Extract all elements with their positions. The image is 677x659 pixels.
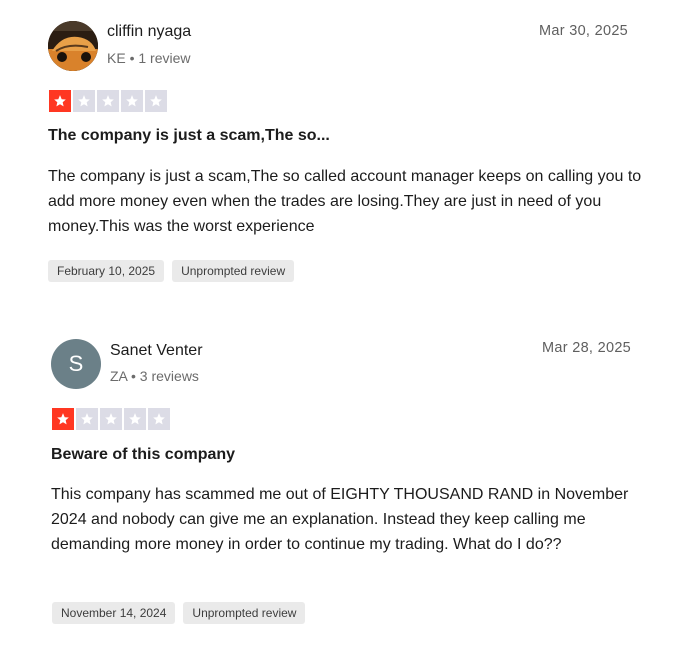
experience-date-tag: November 14, 2024 bbox=[52, 602, 176, 624]
review-body: This company has scammed me out of EIGHT… bbox=[51, 486, 629, 553]
review-card: S Sanet Venter ZA • 3 reviews Mar 28, 20… bbox=[0, 0, 677, 659]
star-icon bbox=[124, 408, 146, 430]
reviewer-name[interactable]: Sanet Venter bbox=[110, 342, 203, 360]
star-icon bbox=[52, 408, 74, 430]
star-icon bbox=[76, 408, 98, 430]
star-icon bbox=[100, 408, 122, 430]
review-tags: November 14, 2024 Unprompted review bbox=[52, 602, 306, 624]
review-title[interactable]: Beware of this company bbox=[51, 446, 235, 464]
reviewer-avatar[interactable]: S bbox=[51, 339, 101, 389]
reviewer-meta: ZA • 3 reviews bbox=[110, 368, 199, 384]
review-date: Mar 28, 2025 bbox=[542, 340, 632, 356]
unprompted-review-tag[interactable]: Unprompted review bbox=[183, 602, 306, 624]
star-rating bbox=[52, 408, 170, 430]
star-icon bbox=[148, 408, 170, 430]
